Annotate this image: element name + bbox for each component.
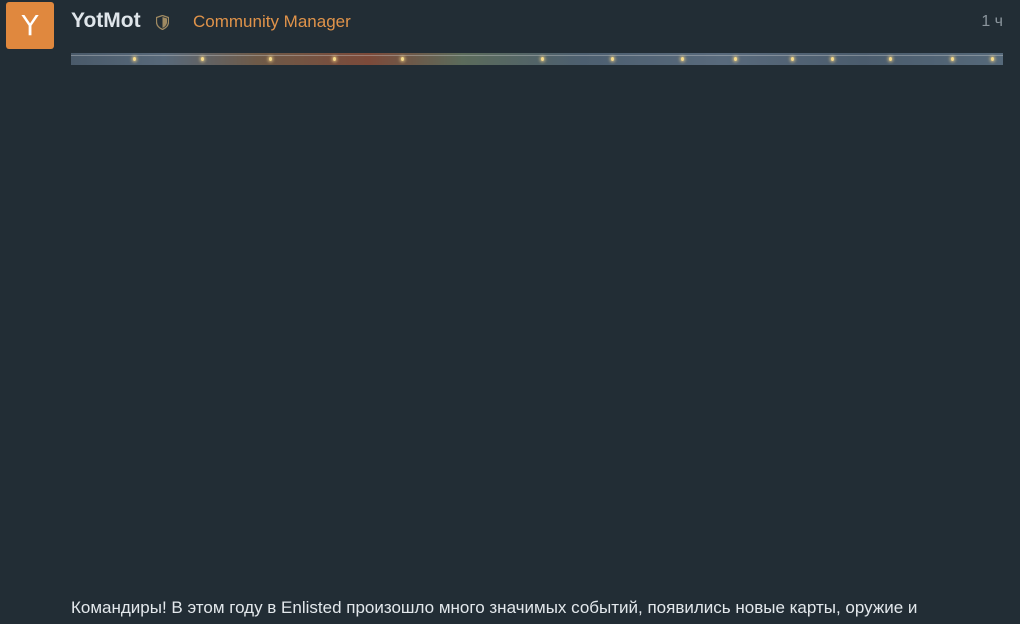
- shield-icon: [155, 14, 170, 31]
- avatar[interactable]: Y: [6, 2, 54, 49]
- post-date[interactable]: 1 ч: [981, 13, 1003, 31]
- post-body-text: Командиры! В этом году в Enlisted произо…: [71, 598, 918, 617]
- string-lights: [71, 55, 1003, 56]
- user-title: Community Manager: [193, 12, 351, 31]
- post-banner-image[interactable]: [71, 53, 1003, 65]
- post-username[interactable]: YotMot: [71, 9, 141, 33]
